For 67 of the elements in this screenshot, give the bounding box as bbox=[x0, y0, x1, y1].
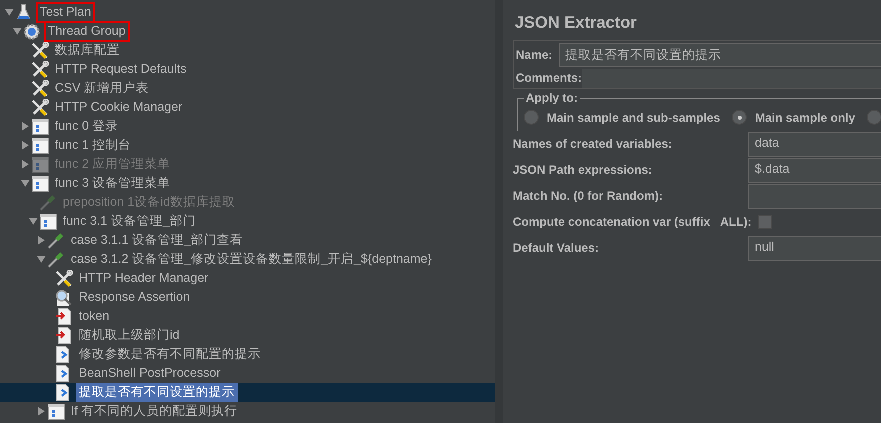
collapse-arrow-icon[interactable] bbox=[12, 27, 22, 36]
tree-item[interactable]: token bbox=[76, 307, 113, 326]
text-field[interactable]: $.data bbox=[748, 158, 881, 182]
field-label: Names of created variables: bbox=[513, 137, 674, 151]
window-icon bbox=[32, 118, 48, 134]
tree-item[interactable]: 数据库配置 bbox=[52, 41, 123, 60]
field-label: Match No. (0 for Random): bbox=[513, 189, 664, 203]
tree-item[interactable]: case 3.1.1 设备管理_部门查看 bbox=[68, 231, 246, 250]
expand-arrow-icon[interactable] bbox=[20, 141, 30, 150]
pipette-icon bbox=[47, 250, 65, 268]
tree-item[interactable]: 提取是否有不同设置的提示 bbox=[76, 383, 238, 402]
tree-item[interactable]: Response Assertion bbox=[76, 288, 194, 307]
wrench-screwdriver-icon bbox=[31, 60, 49, 78]
name-field[interactable]: 提取是否有不同设置的提示 bbox=[558, 42, 881, 66]
wrench-screwdriver-icon bbox=[31, 80, 49, 98]
window-icon bbox=[32, 156, 48, 172]
collapse-arrow-icon[interactable] bbox=[4, 8, 14, 17]
gear-icon bbox=[23, 22, 41, 40]
field-label: Default Values: bbox=[513, 241, 600, 255]
tree-item[interactable]: func 3 设备管理菜单 bbox=[52, 174, 174, 193]
text-field[interactable] bbox=[748, 184, 881, 208]
field-label: JSON Path expressions: bbox=[513, 163, 654, 177]
window-icon bbox=[48, 404, 64, 420]
radio-button[interactable] bbox=[732, 110, 748, 125]
tree-item[interactable]: If 有不同的人员的配置则执行 bbox=[68, 402, 240, 421]
tree-item[interactable]: func 3.1 设备管理_部门 bbox=[60, 212, 199, 231]
name-label: Name: bbox=[516, 48, 553, 62]
pipette-icon bbox=[47, 232, 65, 250]
expand-arrow-icon[interactable] bbox=[20, 122, 30, 131]
panel-title: JSON Extractor bbox=[515, 14, 637, 33]
pipette-icon bbox=[39, 194, 57, 212]
text-field[interactable]: data bbox=[748, 132, 881, 156]
tree-item[interactable]: Thread Group bbox=[44, 21, 130, 42]
wrench-screwdriver-icon bbox=[31, 98, 49, 116]
tree-item[interactable]: BeanShell PostProcessor bbox=[76, 364, 224, 383]
tree-item[interactable]: 随机取上级部门id bbox=[76, 326, 183, 345]
tree-item[interactable]: Test Plan bbox=[36, 2, 96, 23]
expand-arrow-icon[interactable] bbox=[36, 407, 46, 416]
tree-item[interactable]: 修改参数是否有不同配置的提示 bbox=[76, 345, 264, 364]
window-icon bbox=[32, 176, 48, 192]
radio-button[interactable] bbox=[524, 110, 539, 125]
comments-field[interactable] bbox=[582, 68, 881, 88]
comments-label: Comments: bbox=[516, 71, 582, 85]
group-title: Apply to: bbox=[525, 91, 579, 105]
magnifier-icon bbox=[55, 288, 73, 306]
tree-item[interactable]: HTTP Request Defaults bbox=[52, 60, 190, 79]
tree-item[interactable]: HTTP Cookie Manager bbox=[52, 98, 186, 117]
tree-item[interactable]: HTTP Header Manager bbox=[76, 269, 212, 288]
wrench-screwdriver-icon bbox=[55, 270, 73, 288]
flask-icon bbox=[17, 4, 31, 21]
wrench-screwdriver-icon bbox=[31, 42, 49, 60]
collapse-arrow-icon[interactable] bbox=[20, 179, 30, 188]
checkbox[interactable] bbox=[758, 215, 772, 229]
radio-label[interactable]: Main sample only bbox=[755, 110, 856, 124]
collapse-arrow-icon[interactable] bbox=[36, 255, 46, 264]
radio-button[interactable] bbox=[867, 110, 881, 125]
text-field[interactable]: null bbox=[748, 236, 881, 260]
radio-label[interactable]: Main sample and sub-samples bbox=[547, 110, 720, 124]
tree-item[interactable]: func 0 登录 bbox=[52, 117, 122, 136]
window-icon bbox=[32, 138, 48, 154]
expand-arrow-icon[interactable] bbox=[36, 236, 46, 245]
tree-item[interactable]: func 1 控制台 bbox=[52, 136, 135, 155]
tree-item[interactable]: CSV 新增用户表 bbox=[52, 79, 152, 98]
collapse-arrow-icon[interactable] bbox=[28, 217, 38, 226]
field-label: Compute concatenation var (suffix _ALL): bbox=[513, 215, 752, 229]
tree-item[interactable]: case 3.1.2 设备管理_修改设置设备数量限制_开启_${deptname} bbox=[68, 250, 435, 269]
window-icon bbox=[40, 214, 56, 230]
